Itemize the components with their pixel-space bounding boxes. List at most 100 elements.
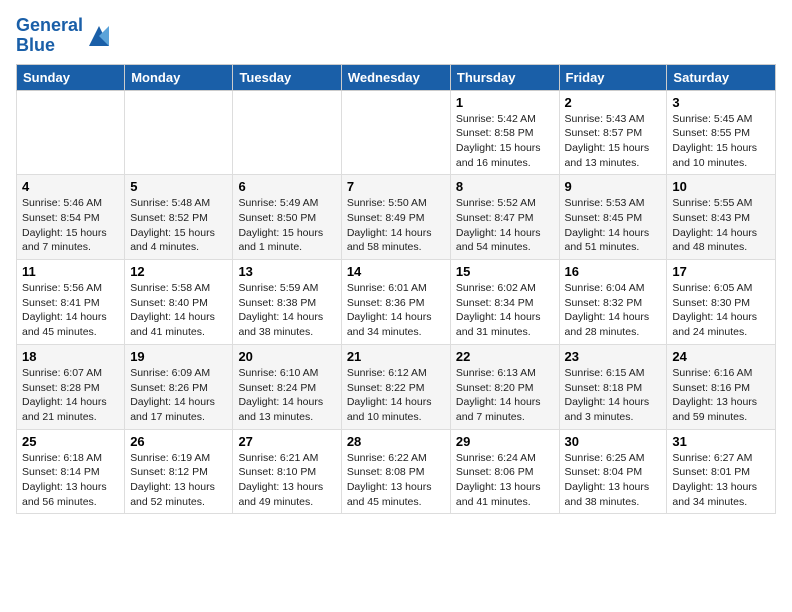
weekday-header-friday: Friday — [559, 64, 667, 90]
day-info: Sunrise: 6:25 AM Sunset: 8:04 PM Dayligh… — [565, 451, 662, 510]
day-number: 13 — [238, 264, 335, 279]
calendar-cell: 2 Sunrise: 5:43 AM Sunset: 8:57 PM Dayli… — [559, 90, 667, 175]
day-number: 24 — [672, 349, 770, 364]
day-number: 3 — [672, 95, 770, 110]
day-number: 14 — [347, 264, 445, 279]
day-number: 20 — [238, 349, 335, 364]
day-number: 28 — [347, 434, 445, 449]
calendar-cell: 16 Sunrise: 6:04 AM Sunset: 8:32 PM Dayl… — [559, 260, 667, 345]
day-info: Sunrise: 5:46 AM Sunset: 8:54 PM Dayligh… — [22, 196, 119, 255]
logo: General Blue — [16, 16, 113, 56]
day-number: 25 — [22, 434, 119, 449]
calendar-cell: 26 Sunrise: 6:19 AM Sunset: 8:12 PM Dayl… — [125, 429, 233, 514]
day-number: 5 — [130, 179, 227, 194]
day-info: Sunrise: 6:09 AM Sunset: 8:26 PM Dayligh… — [130, 366, 227, 425]
day-info: Sunrise: 5:59 AM Sunset: 8:38 PM Dayligh… — [238, 281, 335, 340]
day-info: Sunrise: 6:01 AM Sunset: 8:36 PM Dayligh… — [347, 281, 445, 340]
day-number: 8 — [456, 179, 554, 194]
calendar-cell: 25 Sunrise: 6:18 AM Sunset: 8:14 PM Dayl… — [17, 429, 125, 514]
day-number: 11 — [22, 264, 119, 279]
calendar-cell: 11 Sunrise: 5:56 AM Sunset: 8:41 PM Dayl… — [17, 260, 125, 345]
day-number: 31 — [672, 434, 770, 449]
day-number: 29 — [456, 434, 554, 449]
calendar-cell: 18 Sunrise: 6:07 AM Sunset: 8:28 PM Dayl… — [17, 344, 125, 429]
day-number: 27 — [238, 434, 335, 449]
day-info: Sunrise: 5:48 AM Sunset: 8:52 PM Dayligh… — [130, 196, 227, 255]
day-info: Sunrise: 6:21 AM Sunset: 8:10 PM Dayligh… — [238, 451, 335, 510]
day-number: 15 — [456, 264, 554, 279]
weekday-header-tuesday: Tuesday — [233, 64, 341, 90]
day-info: Sunrise: 6:27 AM Sunset: 8:01 PM Dayligh… — [672, 451, 770, 510]
calendar-cell: 4 Sunrise: 5:46 AM Sunset: 8:54 PM Dayli… — [17, 175, 125, 260]
logo-icon — [85, 22, 113, 50]
calendar-cell: 7 Sunrise: 5:50 AM Sunset: 8:49 PM Dayli… — [341, 175, 450, 260]
calendar-cell — [233, 90, 341, 175]
calendar-week-5: 25 Sunrise: 6:18 AM Sunset: 8:14 PM Dayl… — [17, 429, 776, 514]
day-info: Sunrise: 6:18 AM Sunset: 8:14 PM Dayligh… — [22, 451, 119, 510]
day-info: Sunrise: 6:16 AM Sunset: 8:16 PM Dayligh… — [672, 366, 770, 425]
calendar-cell: 30 Sunrise: 6:25 AM Sunset: 8:04 PM Dayl… — [559, 429, 667, 514]
weekday-header-sunday: Sunday — [17, 64, 125, 90]
day-info: Sunrise: 6:05 AM Sunset: 8:30 PM Dayligh… — [672, 281, 770, 340]
day-number: 23 — [565, 349, 662, 364]
day-number: 2 — [565, 95, 662, 110]
calendar-table: SundayMondayTuesdayWednesdayThursdayFrid… — [16, 64, 776, 515]
day-number: 16 — [565, 264, 662, 279]
day-number: 30 — [565, 434, 662, 449]
day-info: Sunrise: 6:19 AM Sunset: 8:12 PM Dayligh… — [130, 451, 227, 510]
calendar-cell: 31 Sunrise: 6:27 AM Sunset: 8:01 PM Dayl… — [667, 429, 776, 514]
day-info: Sunrise: 5:42 AM Sunset: 8:58 PM Dayligh… — [456, 112, 554, 171]
calendar-week-1: 1 Sunrise: 5:42 AM Sunset: 8:58 PM Dayli… — [17, 90, 776, 175]
calendar-cell: 5 Sunrise: 5:48 AM Sunset: 8:52 PM Dayli… — [125, 175, 233, 260]
day-number: 19 — [130, 349, 227, 364]
calendar-week-4: 18 Sunrise: 6:07 AM Sunset: 8:28 PM Dayl… — [17, 344, 776, 429]
calendar-cell — [17, 90, 125, 175]
day-info: Sunrise: 6:12 AM Sunset: 8:22 PM Dayligh… — [347, 366, 445, 425]
calendar-cell: 9 Sunrise: 5:53 AM Sunset: 8:45 PM Dayli… — [559, 175, 667, 260]
calendar-cell: 29 Sunrise: 6:24 AM Sunset: 8:06 PM Dayl… — [450, 429, 559, 514]
weekday-header-monday: Monday — [125, 64, 233, 90]
calendar-cell: 14 Sunrise: 6:01 AM Sunset: 8:36 PM Dayl… — [341, 260, 450, 345]
day-info: Sunrise: 5:43 AM Sunset: 8:57 PM Dayligh… — [565, 112, 662, 171]
calendar-cell: 27 Sunrise: 6:21 AM Sunset: 8:10 PM Dayl… — [233, 429, 341, 514]
day-info: Sunrise: 6:04 AM Sunset: 8:32 PM Dayligh… — [565, 281, 662, 340]
calendar-cell: 1 Sunrise: 5:42 AM Sunset: 8:58 PM Dayli… — [450, 90, 559, 175]
calendar-cell: 10 Sunrise: 5:55 AM Sunset: 8:43 PM Dayl… — [667, 175, 776, 260]
calendar-cell: 28 Sunrise: 6:22 AM Sunset: 8:08 PM Dayl… — [341, 429, 450, 514]
day-number: 12 — [130, 264, 227, 279]
day-number: 4 — [22, 179, 119, 194]
day-number: 1 — [456, 95, 554, 110]
calendar-cell: 17 Sunrise: 6:05 AM Sunset: 8:30 PM Dayl… — [667, 260, 776, 345]
day-number: 7 — [347, 179, 445, 194]
day-number: 17 — [672, 264, 770, 279]
calendar-cell: 8 Sunrise: 5:52 AM Sunset: 8:47 PM Dayli… — [450, 175, 559, 260]
day-info: Sunrise: 5:50 AM Sunset: 8:49 PM Dayligh… — [347, 196, 445, 255]
day-info: Sunrise: 5:49 AM Sunset: 8:50 PM Dayligh… — [238, 196, 335, 255]
day-info: Sunrise: 6:22 AM Sunset: 8:08 PM Dayligh… — [347, 451, 445, 510]
calendar-cell: 21 Sunrise: 6:12 AM Sunset: 8:22 PM Dayl… — [341, 344, 450, 429]
weekday-header-saturday: Saturday — [667, 64, 776, 90]
calendar-cell: 19 Sunrise: 6:09 AM Sunset: 8:26 PM Dayl… — [125, 344, 233, 429]
day-number: 10 — [672, 179, 770, 194]
day-info: Sunrise: 5:45 AM Sunset: 8:55 PM Dayligh… — [672, 112, 770, 171]
day-info: Sunrise: 5:53 AM Sunset: 8:45 PM Dayligh… — [565, 196, 662, 255]
logo-text: General Blue — [16, 16, 83, 56]
calendar-cell: 24 Sunrise: 6:16 AM Sunset: 8:16 PM Dayl… — [667, 344, 776, 429]
calendar-week-3: 11 Sunrise: 5:56 AM Sunset: 8:41 PM Dayl… — [17, 260, 776, 345]
calendar-cell: 15 Sunrise: 6:02 AM Sunset: 8:34 PM Dayl… — [450, 260, 559, 345]
page-header: General Blue — [16, 16, 776, 56]
calendar-cell: 23 Sunrise: 6:15 AM Sunset: 8:18 PM Dayl… — [559, 344, 667, 429]
calendar-week-2: 4 Sunrise: 5:46 AM Sunset: 8:54 PM Dayli… — [17, 175, 776, 260]
day-info: Sunrise: 5:52 AM Sunset: 8:47 PM Dayligh… — [456, 196, 554, 255]
day-number: 6 — [238, 179, 335, 194]
calendar-cell — [341, 90, 450, 175]
calendar-cell: 20 Sunrise: 6:10 AM Sunset: 8:24 PM Dayl… — [233, 344, 341, 429]
day-number: 9 — [565, 179, 662, 194]
day-number: 26 — [130, 434, 227, 449]
weekday-header-wednesday: Wednesday — [341, 64, 450, 90]
calendar-cell: 3 Sunrise: 5:45 AM Sunset: 8:55 PM Dayli… — [667, 90, 776, 175]
calendar-cell: 22 Sunrise: 6:13 AM Sunset: 8:20 PM Dayl… — [450, 344, 559, 429]
calendar-cell: 6 Sunrise: 5:49 AM Sunset: 8:50 PM Dayli… — [233, 175, 341, 260]
day-number: 18 — [22, 349, 119, 364]
day-info: Sunrise: 5:56 AM Sunset: 8:41 PM Dayligh… — [22, 281, 119, 340]
